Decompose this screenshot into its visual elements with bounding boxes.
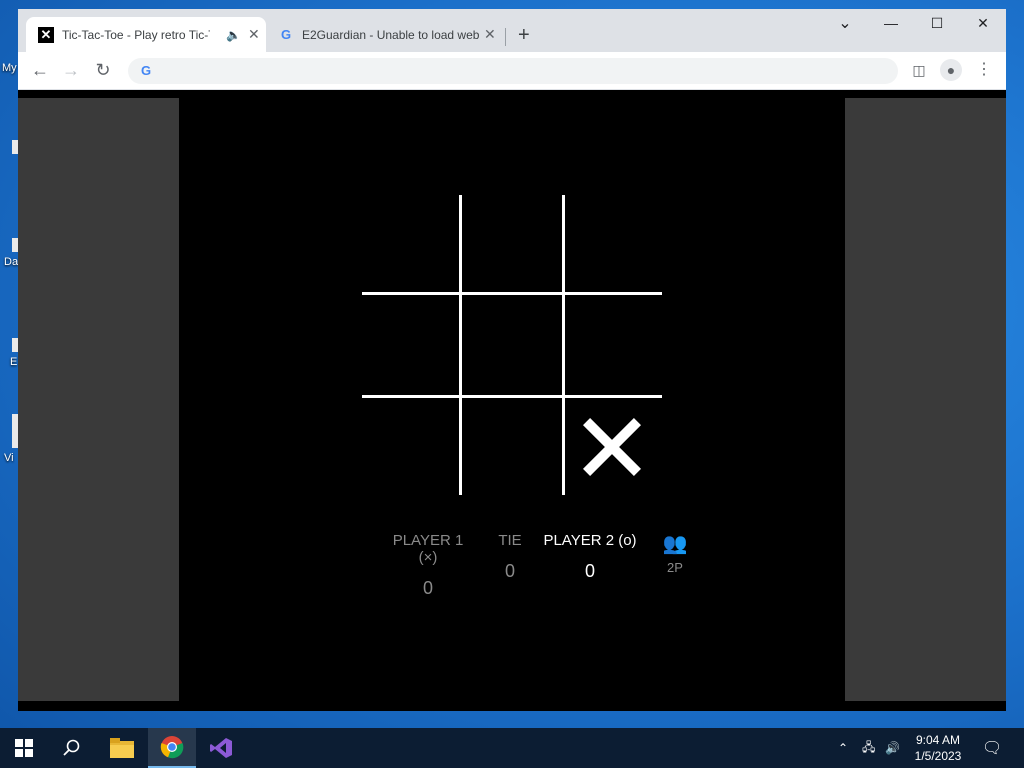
clock-date: 1/5/2023 [914, 749, 962, 763]
tab-title: Tic-Tac-Toe - Play retro Tic-Tac-Toe [62, 27, 210, 42]
tie-value: 0 [504, 561, 515, 581]
browser-toolbar: ← → ↻ G ◫ ● ⋮ [18, 52, 1006, 89]
search-icon[interactable] [48, 728, 96, 768]
tab-separator [505, 28, 506, 46]
mode-toggle[interactable]: 👥 2P [661, 534, 689, 575]
player2-score: PLAYER 2 (o) 0 [542, 532, 638, 582]
board-cell[interactable] [462, 295, 562, 395]
tab-strip: ✕ Tic-Tac-Toe - Play retro Tic-Tac-Toe 🔈… [18, 9, 1006, 52]
tab-search-dropdown-icon[interactable]: ⌄ [830, 13, 860, 33]
tab-tic-tac-toe[interactable]: ✕ Tic-Tac-Toe - Play retro Tic-Tac-Toe 🔈… [26, 17, 266, 52]
google-search-icon: G [140, 63, 152, 78]
desktop-icon[interactable]: My [0, 58, 18, 74]
desktop-icon[interactable]: Vi [0, 414, 18, 464]
close-tab-icon[interactable]: ✕ [248, 26, 260, 43]
maximize-button[interactable]: ☐ [922, 15, 952, 32]
close-tab-icon[interactable]: ✕ [484, 26, 496, 43]
board-cell[interactable] [362, 395, 462, 495]
volume-icon[interactable]: 🔊 [885, 728, 900, 768]
minimize-button[interactable]: — [876, 15, 906, 31]
tab-title: E2Guardian - Unable to load web page [302, 27, 480, 42]
side-panel-icon[interactable]: ◫ [908, 59, 930, 81]
desktop-icon-label: E [10, 356, 18, 368]
game-board [362, 195, 662, 495]
forward-arrow-icon[interactable]: → [60, 59, 82, 81]
desktop-icon-label: Da [4, 256, 19, 268]
desktop-icon-label: Vi [4, 452, 14, 464]
tie-score: TIE 0 [490, 532, 530, 582]
tab-e2guardian[interactable]: G E2Guardian - Unable to load web page ✕ [274, 17, 504, 52]
desktop-icon[interactable]: E [0, 338, 18, 368]
reload-icon[interactable]: ↻ [92, 59, 114, 81]
player1-value: 0 [422, 578, 433, 598]
desktop-icon[interactable] [0, 140, 18, 154]
network-icon[interactable]: 🖧 [862, 728, 875, 768]
player1-score: PLAYER 1 (×) 0 [382, 532, 474, 599]
board-cell[interactable] [362, 195, 462, 295]
player2-label: PLAYER 2 (o) [543, 532, 637, 549]
new-tab-button[interactable]: + [518, 25, 530, 45]
profile-avatar-icon[interactable]: ● [940, 59, 962, 81]
left-side-panel [18, 98, 179, 701]
taskbar: ⌃ 🖧 🔊 9:04 AM 1/5/2023 🗨 [0, 728, 1024, 768]
x-favicon-icon: ✕ [38, 26, 54, 43]
player1-label: PLAYER 1 (×) [392, 532, 464, 566]
right-side-panel [845, 98, 1006, 701]
file-explorer-icon[interactable] [98, 728, 146, 768]
board-cell[interactable] [562, 195, 662, 295]
google-favicon-icon: G [280, 26, 292, 42]
close-window-button[interactable]: ✕ [968, 15, 998, 32]
visual-studio-icon[interactable] [197, 728, 245, 768]
board-cell[interactable] [462, 395, 562, 495]
notifications-icon[interactable]: 🗨 [982, 728, 1002, 768]
start-icon[interactable] [0, 728, 48, 768]
address-bar[interactable]: G [128, 58, 898, 84]
show-hidden-icons[interactable]: ⌃ [838, 728, 848, 768]
board-cell[interactable] [562, 295, 662, 395]
speaker-icon[interactable]: 🔈 [226, 28, 241, 42]
board-cell[interactable] [362, 295, 462, 395]
clock[interactable]: 9:04 AM 1/5/2023 [900, 732, 976, 764]
mode-label: 2P [667, 560, 683, 575]
board-cell[interactable] [462, 195, 562, 295]
page-content: PLAYER 1 (×) 0 TIE 0 PLAYER 2 (o) 0 👥 2P [18, 90, 1006, 711]
tie-label: TIE [498, 532, 522, 549]
desktop-icon-label: My [2, 62, 17, 74]
chrome-icon[interactable] [148, 728, 196, 768]
clock-time: 9:04 AM [915, 733, 961, 747]
x-mark-icon [582, 417, 642, 477]
player2-value: 0 [584, 561, 595, 581]
back-arrow-icon[interactable]: ← [29, 59, 51, 81]
two-players-icon: 👥 [662, 533, 688, 555]
address-input[interactable] [158, 61, 862, 83]
desktop-icon[interactable]: Da [0, 238, 18, 268]
browser-window: ✕ Tic-Tac-Toe - Play retro Tic-Tac-Toe 🔈… [18, 9, 1006, 711]
menu-kebab-icon[interactable]: ⋮ [973, 59, 995, 81]
